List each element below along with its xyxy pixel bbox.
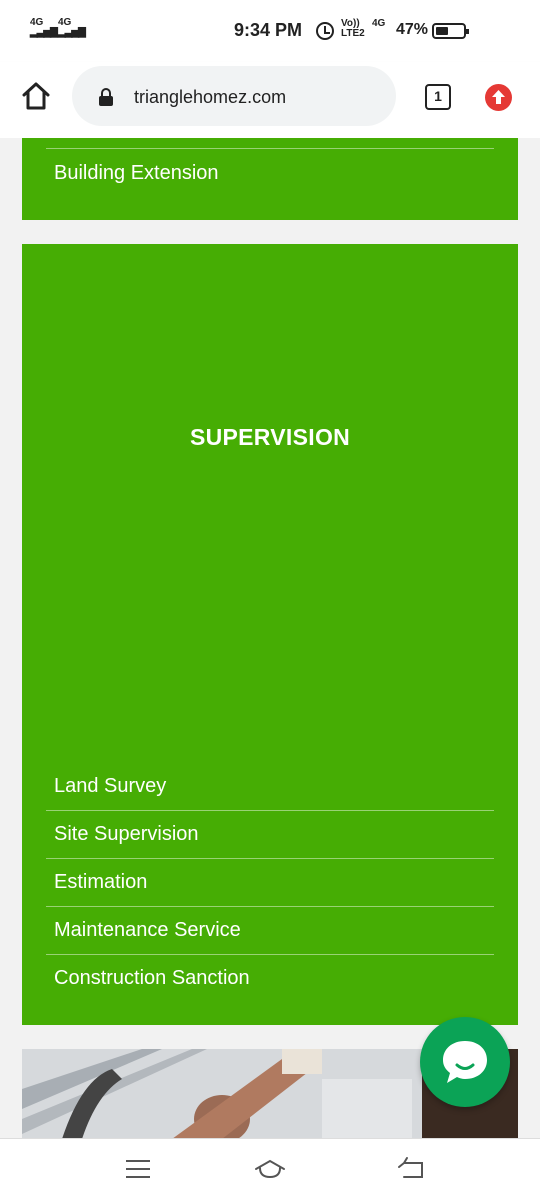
update-icon[interactable] bbox=[485, 84, 512, 111]
divider bbox=[46, 858, 494, 859]
battery-percent: 47% bbox=[396, 21, 429, 38]
supervision-card: SUPERVISION Land Survey Site Supervision… bbox=[22, 244, 518, 1025]
back-icon[interactable] bbox=[396, 1155, 428, 1183]
system-nav-bar bbox=[0, 1138, 540, 1200]
battery-icon bbox=[432, 23, 469, 39]
home-icon[interactable] bbox=[20, 80, 52, 112]
divider bbox=[46, 954, 494, 955]
menu-link-construction-sanction[interactable]: Construction Sanction bbox=[54, 967, 250, 990]
menu-link-land-survey[interactable]: Land Survey bbox=[54, 775, 166, 798]
menu-link-estimation[interactable]: Estimation bbox=[54, 871, 147, 894]
address-bar[interactable]: trianglehomez.com bbox=[72, 66, 396, 126]
menu-icon[interactable] bbox=[122, 1155, 154, 1183]
card-title: SUPERVISION bbox=[189, 424, 351, 450]
divider bbox=[46, 148, 494, 149]
home-nav-icon[interactable] bbox=[254, 1155, 286, 1183]
status-bar: 4G ▂▃▅▇ 4G ▂▃▅▇ 9:34 PM Vo)) LTE2 4G 47% bbox=[0, 0, 540, 62]
tab-switcher-button[interactable]: 1 bbox=[425, 84, 451, 110]
menu-link-building-extension[interactable]: Building Extension bbox=[54, 162, 219, 185]
signal-bars-icon: ▂▃▅▇ bbox=[58, 27, 86, 38]
browser-toolbar: trianglehomez.com 1 bbox=[0, 62, 540, 138]
divider bbox=[46, 810, 494, 811]
chat-button[interactable] bbox=[420, 1017, 510, 1107]
menu-link-maintenance-service[interactable]: Maintenance Service bbox=[54, 919, 241, 942]
signal-bars-icon: ▂▃▅▇ bbox=[30, 27, 58, 38]
battery-fill bbox=[436, 27, 448, 35]
signal-sim1: 4G ▂▃▅▇ bbox=[30, 18, 58, 38]
menu-link-site-supervision[interactable]: Site Supervision bbox=[54, 823, 199, 846]
volte-indicator: Vo)) LTE2 bbox=[341, 19, 365, 39]
url-text: trianglehomez.com bbox=[134, 87, 287, 107]
divider bbox=[46, 906, 494, 907]
services-card: Building Extension bbox=[22, 138, 518, 220]
network-type: 4G bbox=[372, 18, 386, 29]
alarm-icon bbox=[316, 22, 334, 40]
volte-bottom: LTE2 bbox=[341, 28, 365, 39]
web-page: Building Extension SUPERVISION Land Surv… bbox=[0, 138, 540, 1138]
lock-icon bbox=[98, 88, 114, 106]
signal-sim2: 4G ▂▃▅▇ bbox=[58, 18, 86, 38]
clock: 9:34 PM bbox=[234, 20, 303, 40]
